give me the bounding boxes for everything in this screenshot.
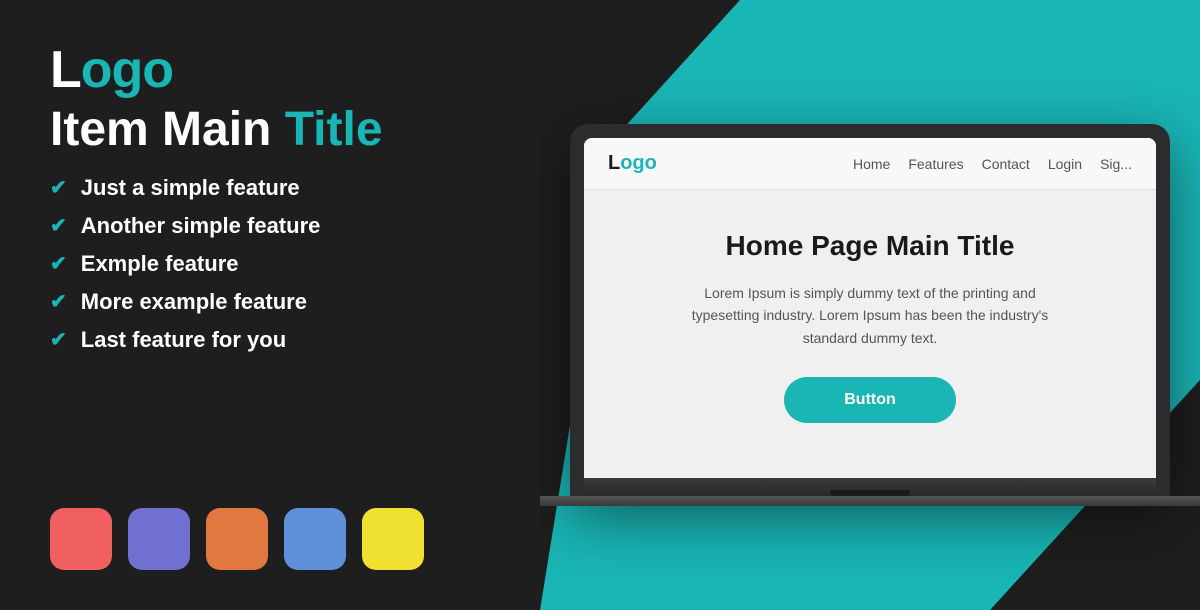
screen-logo-normal: L (608, 152, 620, 174)
feature-label-5: Last feature for you (81, 327, 286, 353)
laptop-foot (540, 496, 1200, 506)
main-title-accent: Title (285, 103, 383, 156)
laptop-outer: Logo Home Features Contact Login Sig... … (570, 124, 1170, 496)
logo-heading: Logo (50, 40, 490, 100)
check-icon-5: ✔ (50, 327, 67, 352)
feature-label-4: More example feature (81, 289, 307, 315)
main-title: Item Main Title (50, 104, 490, 157)
screen-navbar: Logo Home Features Contact Login Sig... (584, 138, 1156, 190)
left-panel: Logo Item Main Title ✔ Just a simple fea… (0, 0, 540, 610)
laptop-mockup: Logo Home Features Contact Login Sig... … (570, 124, 1170, 506)
logo-area: Logo Item Main Title (50, 40, 490, 157)
swatch-orange (206, 508, 268, 570)
logo-text-normal: L (50, 41, 81, 99)
screen-nav-links: Home Features Contact Login Sig... (853, 156, 1132, 172)
feature-label-1: Just a simple feature (81, 175, 300, 201)
check-icon-1: ✔ (50, 175, 67, 200)
nav-features: Features (908, 156, 963, 172)
swatch-red (50, 508, 112, 570)
feature-item-5: ✔ Last feature for you (50, 327, 490, 353)
feature-item-4: ✔ More example feature (50, 289, 490, 315)
laptop-base (584, 478, 1156, 496)
screen-content: Home Page Main Title Lorem Ipsum is simp… (584, 190, 1156, 463)
right-panel: Logo Home Features Contact Login Sig... … (540, 0, 1200, 610)
feature-item-3: ✔ Exmple feature (50, 251, 490, 277)
color-swatches (50, 508, 490, 570)
screen-page-title: Home Page Main Title (614, 230, 1126, 262)
features-list: ✔ Just a simple feature ✔ Another simple… (50, 175, 490, 353)
screen-logo-accent: ogo (620, 152, 657, 174)
laptop-screen: Logo Home Features Contact Login Sig... … (584, 138, 1156, 478)
logo-text-accent: ogo (81, 41, 173, 99)
check-icon-3: ✔ (50, 251, 67, 276)
feature-label-2: Another simple feature (81, 213, 321, 239)
nav-home: Home (853, 156, 890, 172)
feature-item-2: ✔ Another simple feature (50, 213, 490, 239)
swatch-yellow (362, 508, 424, 570)
nav-login: Login (1048, 156, 1082, 172)
screen-body-text: Lorem Ipsum is simply dummy text of the … (680, 282, 1060, 349)
check-icon-2: ✔ (50, 213, 67, 238)
nav-signup: Sig... (1100, 156, 1132, 172)
screen-cta-button[interactable]: Button (784, 377, 956, 423)
feature-item-1: ✔ Just a simple feature (50, 175, 490, 201)
check-icon-4: ✔ (50, 289, 67, 314)
feature-label-3: Exmple feature (81, 251, 239, 277)
swatch-blue (284, 508, 346, 570)
main-title-normal: Item Main (50, 103, 285, 156)
nav-contact: Contact (982, 156, 1030, 172)
swatch-purple (128, 508, 190, 570)
screen-logo: Logo (608, 152, 657, 175)
